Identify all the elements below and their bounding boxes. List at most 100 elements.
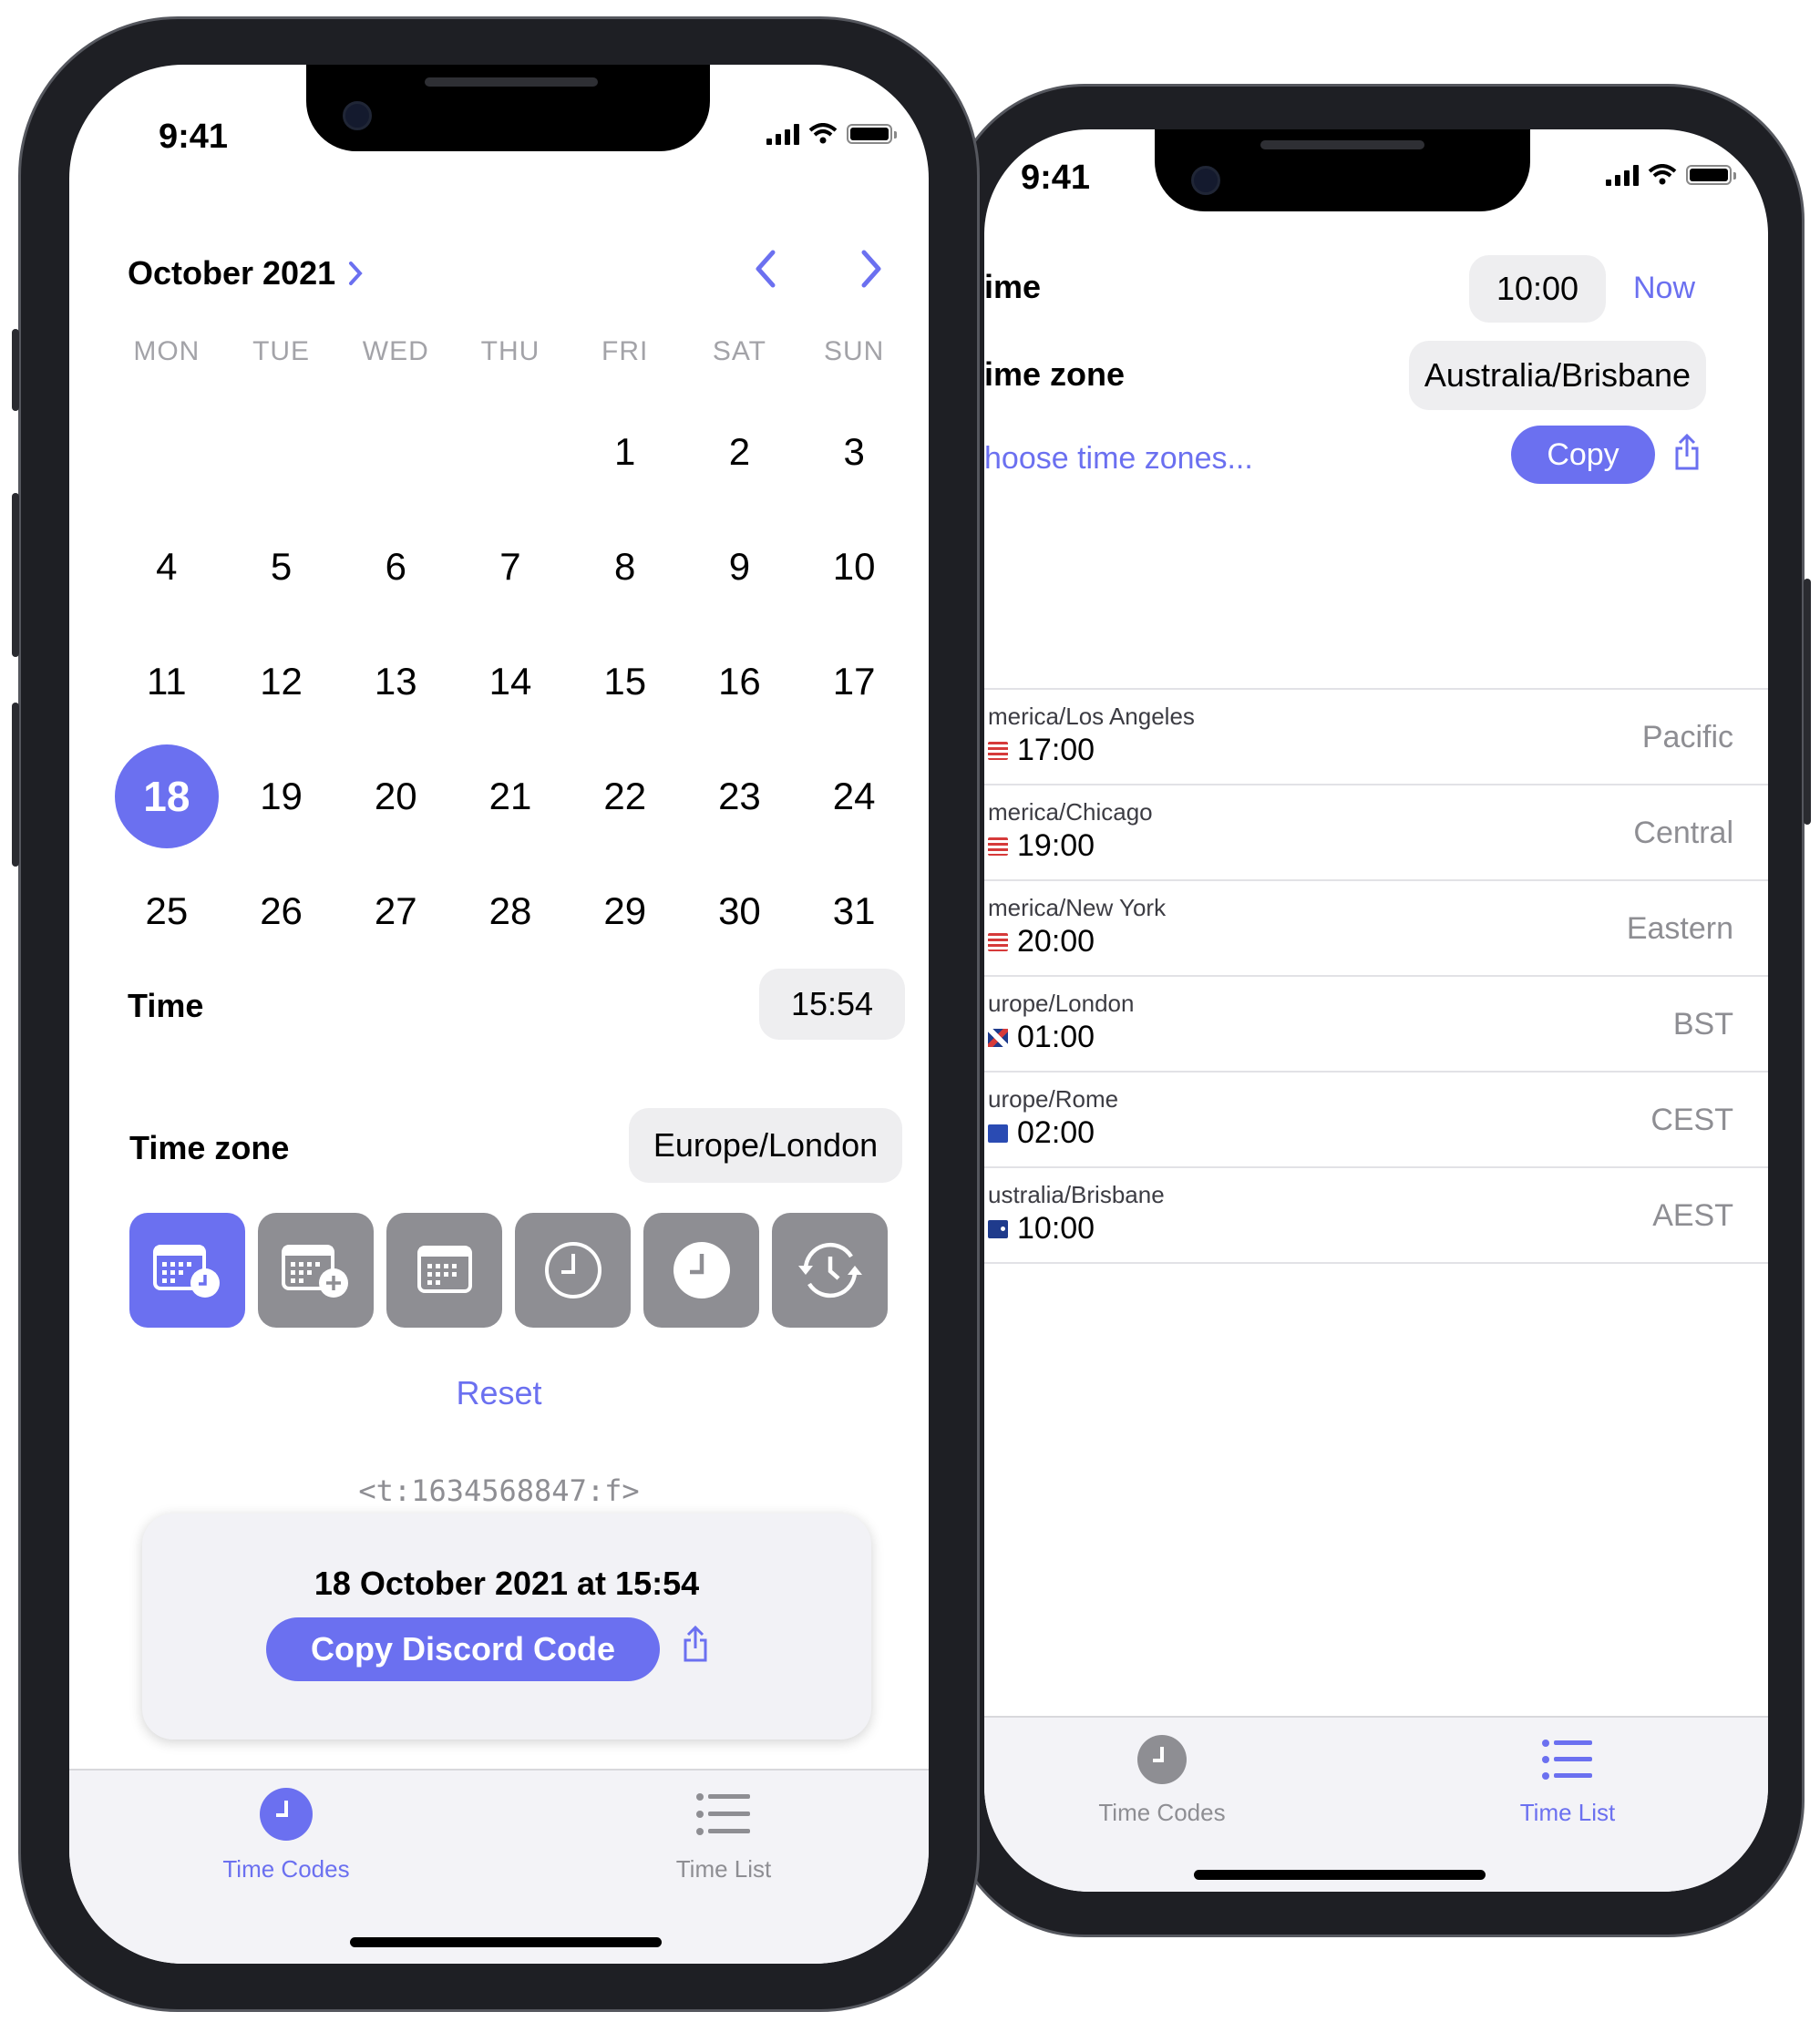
calendar-day[interactable]: 11 — [109, 624, 224, 739]
tab-time-list[interactable]: Time List — [1449, 1734, 1686, 1827]
share-icon[interactable] — [1673, 433, 1701, 471]
list-icon — [696, 1793, 750, 1835]
battery-icon — [847, 124, 897, 144]
status-time: 9:41 — [1021, 159, 1091, 197]
day-number — [230, 400, 334, 504]
calendar-day[interactable]: 23 — [683, 739, 797, 854]
calendar-day[interactable]: 19 — [224, 739, 339, 854]
calendar-day[interactable]: 16 — [683, 624, 797, 739]
notch — [306, 65, 710, 151]
weekday-label: SAT — [712, 336, 766, 366]
calendar-empty-cell — [109, 395, 224, 509]
calendar-day[interactable]: 13 — [338, 624, 453, 739]
weekday-header: MON TUE WED THU FRI SAT SUN — [109, 336, 911, 367]
list-item[interactable]: ustralia/Brisbane 10:00 AEST — [984, 1168, 1768, 1264]
day-number: 1 — [614, 430, 636, 473]
weekday-label: THU — [480, 336, 540, 366]
calendar-day[interactable]: 29 — [568, 854, 683, 969]
previous-month-icon[interactable] — [753, 249, 778, 289]
zone-name: merica/Chicago — [988, 798, 1153, 826]
clock-history-icon — [797, 1242, 862, 1298]
format-full-date-time-button[interactable] — [129, 1213, 245, 1328]
now-button[interactable]: Now — [1633, 271, 1695, 306]
day-number: 31 — [832, 889, 876, 932]
timezone-label: Time zone — [129, 1129, 290, 1166]
format-relative-button[interactable] — [772, 1213, 888, 1328]
front-phone-frame: 9:41 October 2021 MON TUE WED THU FRI SAT SUN … — [12, 16, 980, 2012]
day-number: 18 — [114, 744, 219, 848]
format-date-button[interactable] — [386, 1213, 502, 1328]
calendar-day[interactable]: 8 — [568, 509, 683, 624]
signal-icon — [1606, 164, 1639, 186]
format-time-button[interactable] — [515, 1213, 631, 1328]
calendar-day[interactable]: 14 — [453, 624, 568, 739]
calendar-day[interactable]: 7 — [453, 509, 568, 624]
zone-name: urope/London — [988, 990, 1135, 1017]
list-item[interactable]: urope/Rome 02:00 CEST — [984, 1073, 1768, 1168]
time-picker[interactable]: 10:00 — [1469, 255, 1606, 323]
calendar-day[interactable]: 17 — [797, 624, 911, 739]
us-flag-icon — [988, 837, 1008, 856]
calendar-day[interactable]: 25 — [109, 854, 224, 969]
time-picker[interactable]: 15:54 — [759, 969, 905, 1040]
calendar-day[interactable]: 27 — [338, 854, 453, 969]
zone-name: merica/Los Angeles — [988, 703, 1195, 730]
zone-time: 20:00 — [1017, 924, 1095, 959]
calendar-plus-icon — [281, 1245, 348, 1298]
timezone-picker[interactable]: Europe/London — [629, 1108, 902, 1183]
calendar-day[interactable]: 4 — [109, 509, 224, 624]
choose-time-zones-button[interactable]: hoose time zones... — [984, 441, 1253, 477]
next-month-icon[interactable] — [859, 249, 884, 289]
day-number: 21 — [488, 775, 532, 817]
day-number: 19 — [260, 775, 303, 817]
calendar-day[interactable]: 26 — [224, 854, 339, 969]
list-item[interactable]: merica/Chicago 19:00 Central — [984, 785, 1768, 881]
list-icon — [1542, 1740, 1592, 1780]
calendar-day[interactable]: 10 — [797, 509, 911, 624]
day-number: 25 — [145, 889, 189, 932]
copy-button[interactable]: Copy — [1511, 426, 1655, 484]
calendar-day[interactable]: 15 — [568, 624, 683, 739]
tab-time-list[interactable]: Time List — [605, 1787, 842, 1883]
calendar-day[interactable]: 30 — [683, 854, 797, 969]
calendar-day[interactable]: 24 — [797, 739, 911, 854]
tab-time-codes[interactable]: Time Codes — [1044, 1734, 1280, 1827]
share-icon[interactable] — [682, 1625, 709, 1663]
month-picker-button[interactable]: October 2021 — [128, 254, 363, 293]
calendar-day[interactable]: 1 — [568, 395, 683, 509]
timezone-picker[interactable]: Australia/Brisbane — [1409, 341, 1706, 410]
zone-time-row: 10:00 — [988, 1211, 1095, 1247]
day-number: 5 — [270, 545, 293, 588]
calendar-day[interactable]: 21 — [453, 739, 568, 854]
calendar-day[interactable]: 22 — [568, 739, 683, 854]
calendar-day[interactable]: 28 — [453, 854, 568, 969]
calendar-day[interactable]: 6 — [338, 509, 453, 624]
calendar-day[interactable]: 5 — [224, 509, 339, 624]
calendar-day[interactable]: 20 — [338, 739, 453, 854]
list-item[interactable]: merica/New York 20:00 Eastern — [984, 881, 1768, 977]
calendar-day[interactable]: 9 — [683, 509, 797, 624]
month-label: October 2021 — [128, 254, 336, 292]
side-button — [1804, 579, 1811, 825]
day-number: 17 — [832, 660, 876, 703]
time-zone-list: merica/Los Angeles 17:00 Pacific merica/… — [984, 688, 1768, 1264]
list-item[interactable]: urope/London 01:00 BST — [984, 977, 1768, 1073]
calendar-day[interactable]: 3 — [797, 395, 911, 509]
day-number: 20 — [374, 775, 417, 817]
calendar-day[interactable]: 12 — [224, 624, 339, 739]
copy-discord-code-button[interactable]: Copy Discord Code — [266, 1617, 660, 1681]
format-long-date-time-button[interactable] — [258, 1213, 374, 1328]
zone-abbreviation: Pacific — [1641, 720, 1733, 754]
calendar-day[interactable]: 2 — [683, 395, 797, 509]
tab-time-codes[interactable]: Time Codes — [168, 1787, 405, 1883]
day-number: 13 — [374, 660, 417, 703]
reset-button[interactable]: Reset — [69, 1374, 929, 1412]
time-label: Time — [128, 987, 204, 1024]
calendar-day[interactable]: 31 — [797, 854, 911, 969]
zone-time: 10:00 — [1017, 1211, 1095, 1246]
day-number: 8 — [614, 545, 636, 588]
format-short-time-button[interactable] — [643, 1213, 759, 1328]
calendar-day[interactable]: 18 — [109, 739, 224, 854]
list-item[interactable]: merica/Los Angeles 17:00 Pacific — [984, 690, 1768, 785]
day-number: 28 — [488, 889, 532, 932]
